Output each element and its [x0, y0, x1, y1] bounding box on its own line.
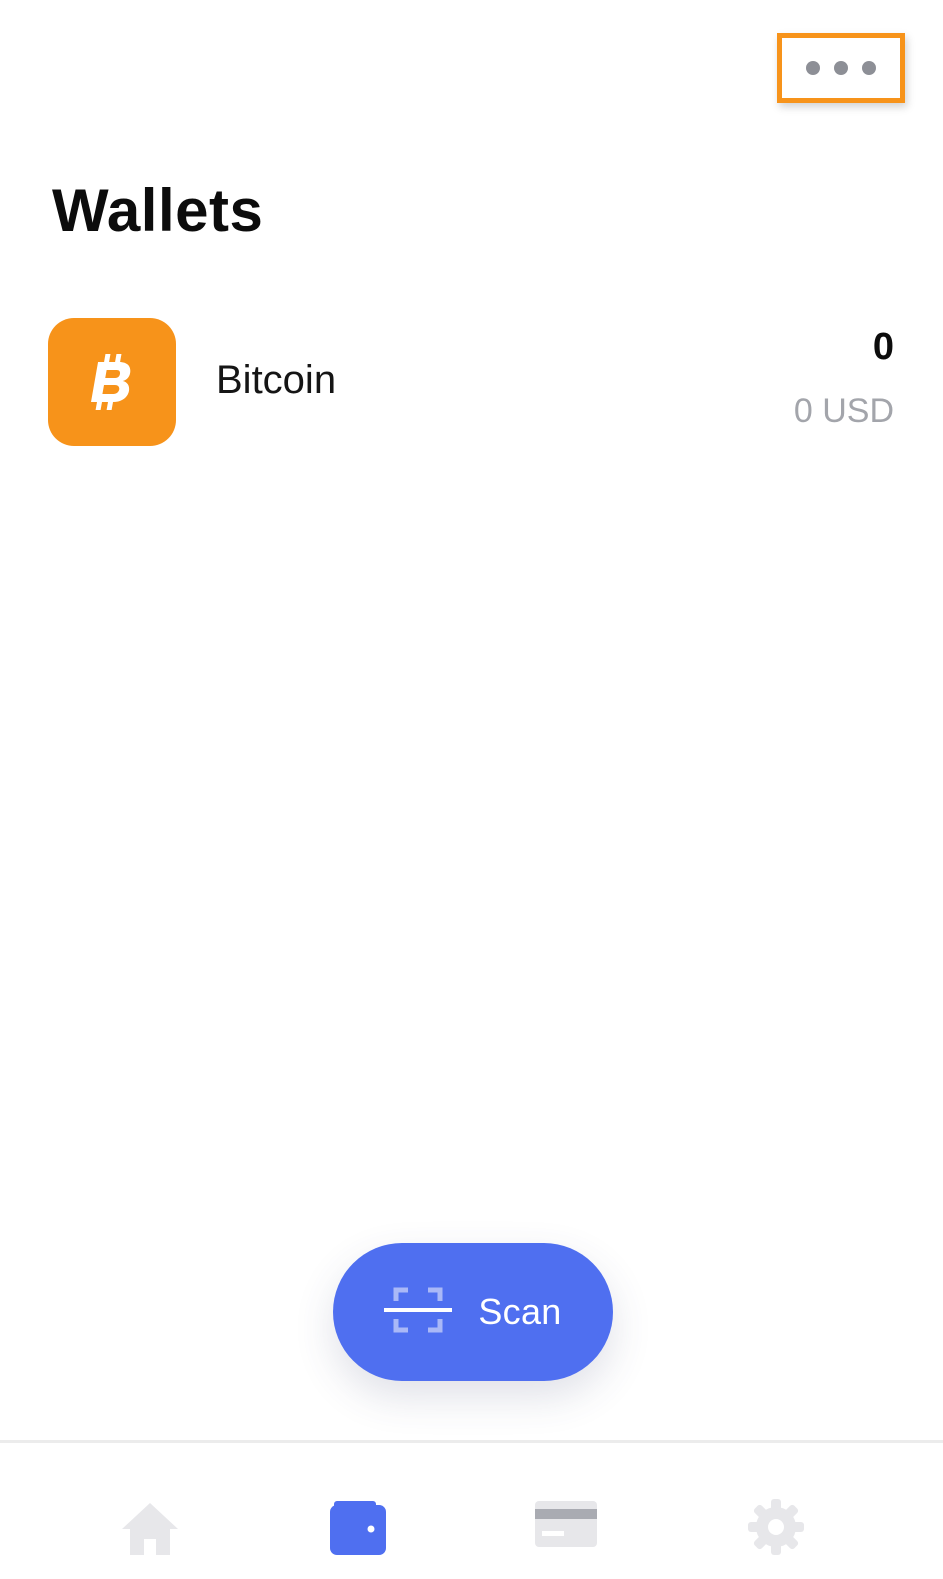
- more-horizontal-icon: [806, 61, 820, 75]
- bitcoin-icon: [48, 318, 176, 446]
- wallet-list-item-bitcoin[interactable]: Bitcoin 0 0 USD: [48, 318, 896, 446]
- scan-icon: [384, 1287, 453, 1338]
- card-icon: [535, 1501, 597, 1547]
- scan-button-label: Scan: [478, 1291, 562, 1332]
- wallet-fiat-balance: 0 USD: [793, 392, 894, 430]
- tab-cards[interactable]: [526, 1499, 606, 1579]
- home-icon: [122, 1503, 178, 1555]
- tab-home[interactable]: [110, 1499, 190, 1579]
- scan-button[interactable]: Scan: [333, 1243, 613, 1381]
- wallet-name: Bitcoin: [216, 358, 337, 402]
- more-horizontal-icon: [834, 61, 848, 75]
- gear-icon: [748, 1499, 804, 1555]
- more-horizontal-icon: [862, 61, 876, 75]
- bottom-tab-bar: [0, 1440, 943, 1578]
- wallet-icon: [330, 1501, 386, 1555]
- more-options-button[interactable]: [777, 33, 905, 103]
- wallet-balance: 0: [872, 326, 894, 368]
- tab-settings[interactable]: [736, 1499, 816, 1579]
- tab-wallets[interactable]: [318, 1499, 398, 1579]
- page-title: Wallets: [52, 177, 264, 244]
